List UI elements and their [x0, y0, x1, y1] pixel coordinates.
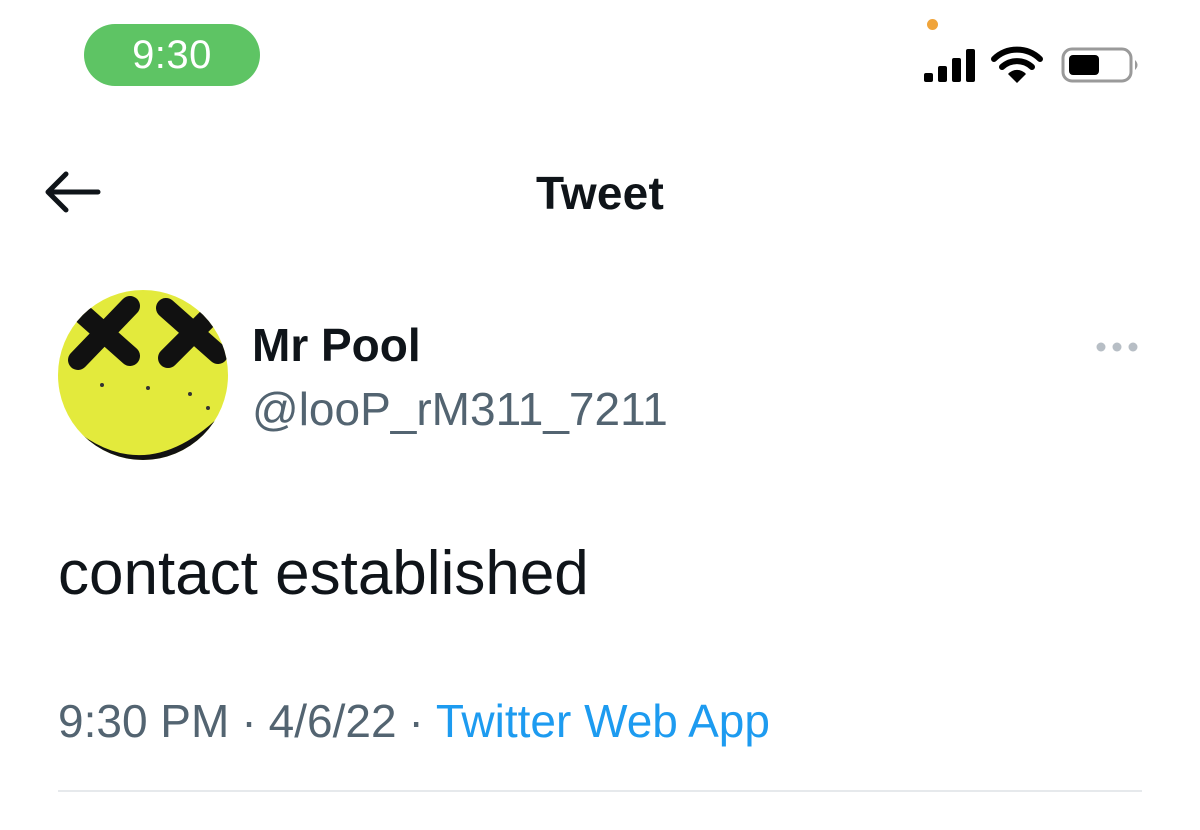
- more-options-icon[interactable]: [1092, 332, 1142, 362]
- author-name[interactable]: Mr Pool: [252, 318, 421, 372]
- tweet-time: 9:30 PM: [58, 695, 230, 747]
- meta-separator: ·: [241, 695, 257, 747]
- page-title: Tweet: [536, 167, 664, 219]
- tweet-detail-screen: 9:30 Tweet Mr Pool @looP_rM311_7211 cont…: [0, 0, 1200, 830]
- status-time: 9:30: [132, 33, 212, 77]
- avatar[interactable]: [58, 290, 228, 460]
- divider: [58, 790, 1142, 792]
- battery-icon: [1061, 47, 1138, 83]
- avatar-smiley-image: [58, 290, 228, 460]
- signal-icon: [924, 49, 975, 82]
- tweet-meta: 9:30 PM · 4/6/22 · Twitter Web App: [58, 694, 770, 748]
- privacy-indicator-dot: [927, 19, 938, 30]
- author-handle[interactable]: @looP_rM311_7211: [252, 382, 668, 436]
- meta-separator: ·: [408, 695, 424, 747]
- tweet-text: contact established: [58, 539, 589, 608]
- wifi-icon: [991, 46, 1043, 83]
- tweet-source-link[interactable]: Twitter Web App: [436, 695, 770, 747]
- status-time-pill[interactable]: 9:30: [84, 24, 260, 86]
- tweet-date: 4/6/22: [268, 695, 397, 747]
